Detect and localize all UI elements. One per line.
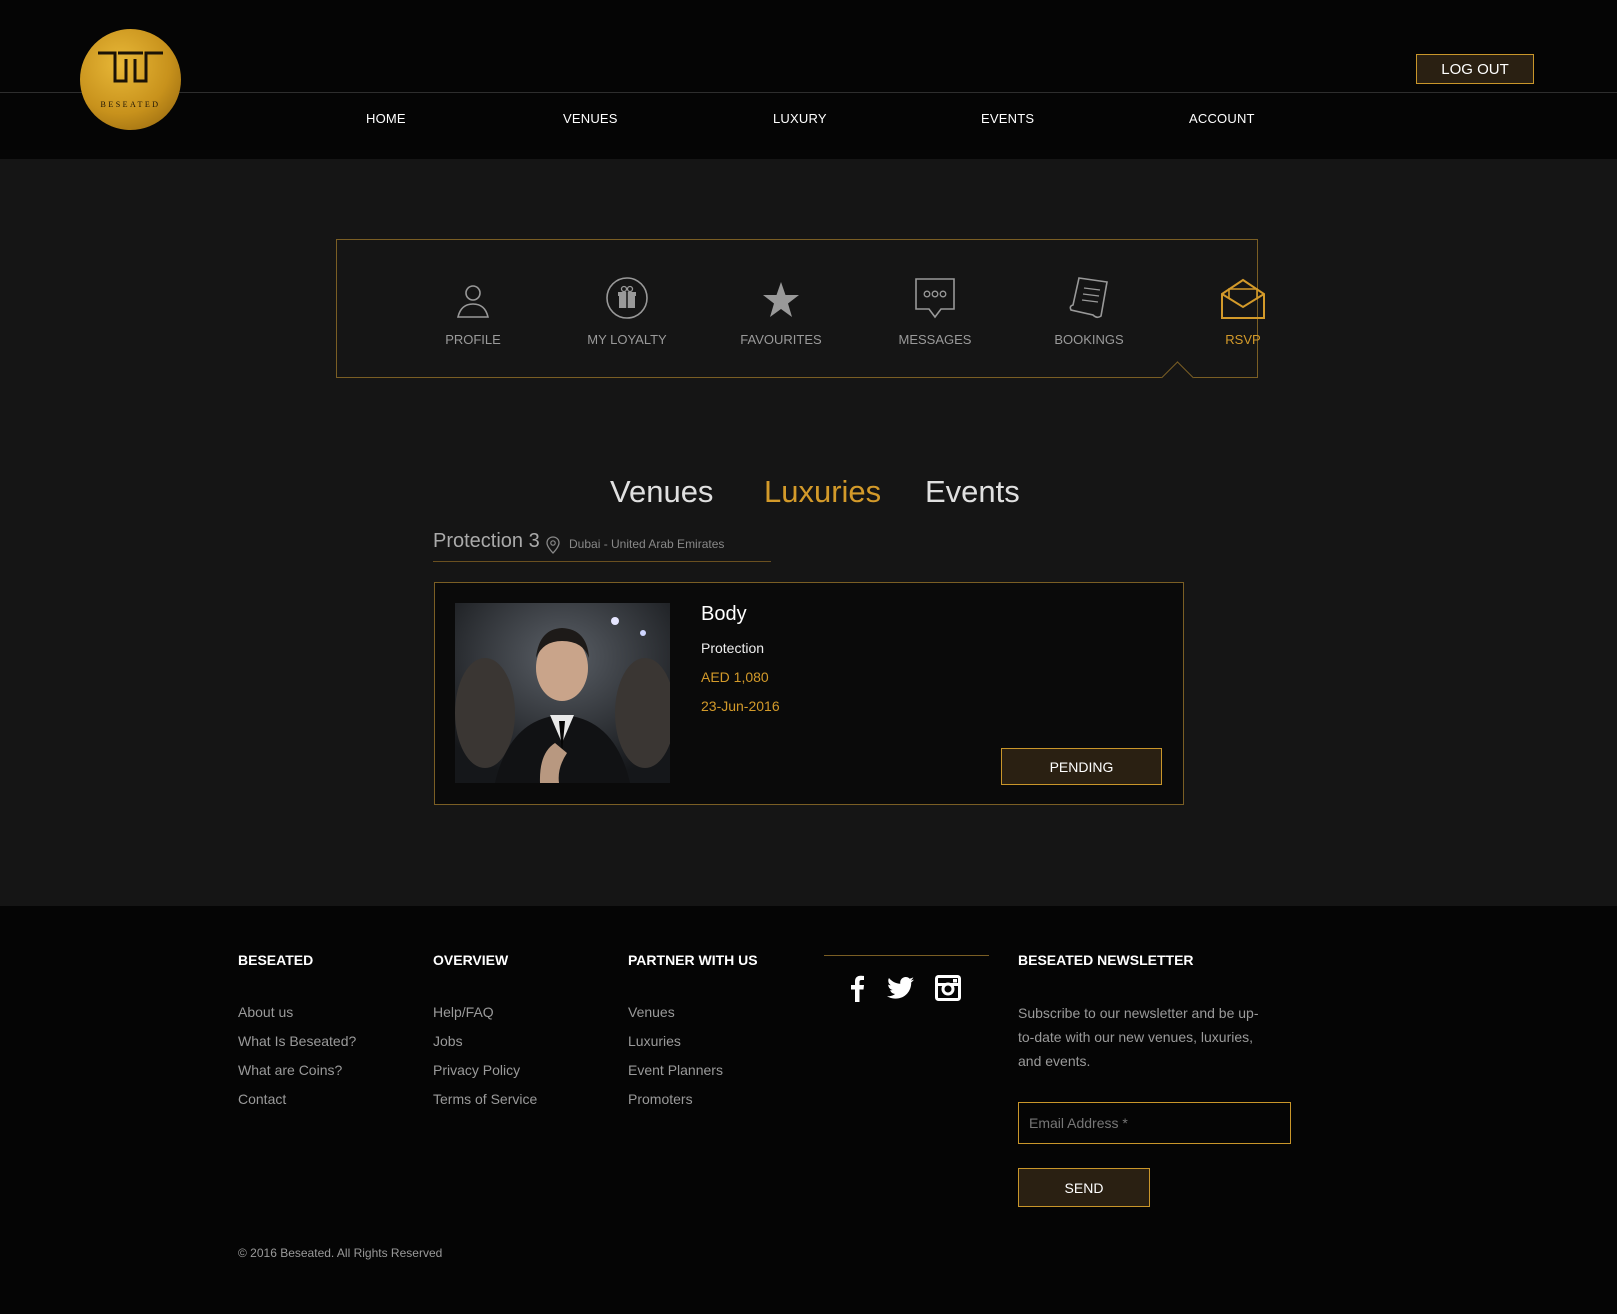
footer-link[interactable]: Promoters <box>628 1091 693 1107</box>
star-icon <box>763 282 799 317</box>
nav-events[interactable]: EVENTS <box>981 111 1034 126</box>
copyright-text: © 2016 Beseated. All Rights Reserved <box>238 1246 443 1260</box>
booking-card: Body Protection AED 1,080 23-Jun-2016 PE… <box>434 582 1184 805</box>
gift-icon <box>606 277 648 319</box>
item-date: 23-Jun-2016 <box>701 698 780 714</box>
tab-events[interactable]: Events <box>925 474 1020 510</box>
menu-profile[interactable]: PROFILE <box>413 268 533 347</box>
account-menu: PROFILE MY LOYALTY FAVOURITES MESSAGES B… <box>336 239 1265 378</box>
chat-icon <box>915 278 955 319</box>
send-button[interactable]: SEND <box>1018 1168 1150 1207</box>
newsletter-description: Subscribe to our newsletter and be up-to… <box>1018 1005 1259 1069</box>
email-field[interactable] <box>1018 1102 1291 1144</box>
menu-messages[interactable]: MESSAGES <box>875 268 995 347</box>
footer-col-overview-title: OVERVIEW <box>433 952 509 968</box>
menu-favourites[interactable]: FAVOURITES <box>721 268 841 347</box>
social-divider <box>824 955 989 956</box>
item-header: Protection 3 Dubai - United Arab Emirate… <box>433 530 771 562</box>
tab-venues[interactable]: Venues <box>610 474 713 510</box>
footer-link[interactable]: Privacy Policy <box>433 1062 520 1078</box>
menu-label: RSVP <box>1225 332 1261 347</box>
location-pin-icon <box>546 536 560 554</box>
menu-label: BOOKINGS <box>1054 332 1124 347</box>
header-divider <box>0 92 1617 93</box>
menu-label: MY LOYALTY <box>587 332 667 347</box>
footer-link[interactable]: What are Coins? <box>238 1062 342 1078</box>
envelope-icon <box>1221 278 1265 319</box>
nav-luxury[interactable]: LUXURY <box>773 111 827 126</box>
logo-mark-icon: BESEATED <box>98 51 163 109</box>
footer-link[interactable]: Event Planners <box>628 1062 723 1078</box>
user-icon <box>456 285 490 318</box>
item-name: Body <box>701 603 747 625</box>
tab-luxuries[interactable]: Luxuries <box>764 474 881 510</box>
footer-link[interactable]: What Is Beseated? <box>238 1033 356 1049</box>
beseated-logo[interactable]: BESEATED <box>80 29 181 130</box>
footer-col-beseated-title: BESEATED <box>238 952 314 968</box>
item-title: Protection 3 <box>433 530 540 552</box>
twitter-icon[interactable] <box>887 977 914 999</box>
footer-link[interactable]: Contact <box>238 1091 286 1107</box>
nav-venues[interactable]: VENUES <box>563 111 618 126</box>
footer-link[interactable]: Luxuries <box>628 1033 681 1049</box>
site-header: BESEATED LOG OUT HOME VENUES LUXURY EVEN… <box>0 0 1617 159</box>
footer-col-partner-title: PARTNER WITH US <box>628 952 758 968</box>
footer-link[interactable]: Help/FAQ <box>433 1004 494 1020</box>
menu-my-loyalty[interactable]: MY LOYALTY <box>567 268 687 347</box>
item-photo <box>455 603 670 783</box>
menu-label: PROFILE <box>445 332 501 347</box>
footer-link[interactable]: About us <box>238 1004 293 1020</box>
menu-bookings[interactable]: BOOKINGS <box>1029 268 1149 347</box>
logout-button[interactable]: LOG OUT <box>1416 54 1534 84</box>
footer-link[interactable]: Jobs <box>433 1033 463 1049</box>
nav-account[interactable]: ACCOUNT <box>1189 111 1255 126</box>
item-category: Protection <box>701 640 765 656</box>
pending-status-button[interactable]: PENDING <box>1001 748 1162 785</box>
footer-link[interactable]: Venues <box>628 1004 675 1020</box>
item-location: Dubai - United Arab Emirates <box>569 537 725 551</box>
logo-text: BESEATED <box>101 100 161 109</box>
nav-home[interactable]: HOME <box>366 111 406 126</box>
receipt-icon <box>1069 277 1108 319</box>
site-footer: BESEATED About us What Is Beseated? What… <box>0 906 1617 1314</box>
footer-link[interactable]: Terms of Service <box>433 1091 537 1107</box>
menu-label: MESSAGES <box>898 332 972 347</box>
instagram-icon[interactable] <box>935 975 961 1001</box>
newsletter-title: BESEATED NEWSLETTER <box>1018 952 1194 968</box>
menu-label: FAVOURITES <box>740 332 822 347</box>
item-price: AED 1,080 <box>701 669 769 685</box>
facebook-icon[interactable] <box>849 974 865 1002</box>
menu-rsvp[interactable]: RSVP <box>1183 268 1303 347</box>
